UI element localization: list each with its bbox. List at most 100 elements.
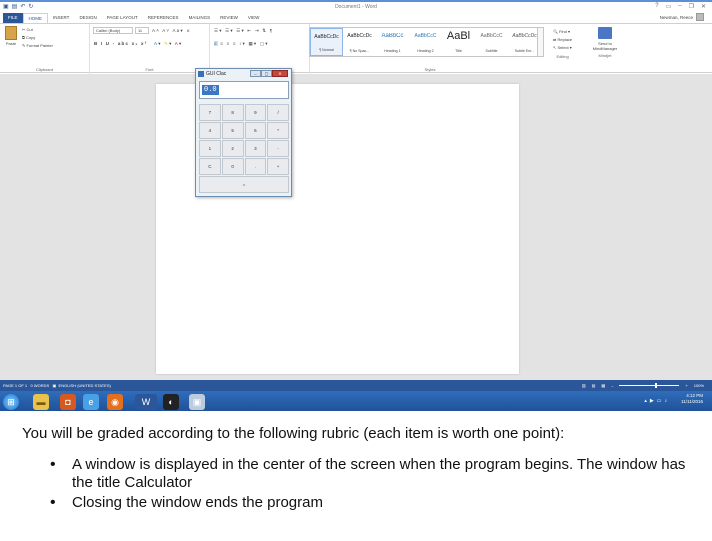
user-name: Newman, Reece bbox=[659, 14, 693, 20]
calculator-window: GUI Clac – ▢ ✕ 0.0 7 8 9 / 4 5 6 * 1 2 3… bbox=[195, 68, 292, 197]
list-buttons[interactable]: ☰▾ ☰▾ ☰▾ ⇤ ⇥ ⇅ ¶ bbox=[214, 28, 273, 34]
key-7[interactable]: 7 bbox=[199, 104, 221, 121]
help-button[interactable]: ? bbox=[655, 3, 658, 10]
key-divide[interactable]: / bbox=[267, 104, 289, 121]
styles-gallery: AaBbCcDc ¶ Normal AaBbCcDc ¶ No Spac... Aa… bbox=[309, 27, 543, 57]
minimize-icon[interactable]: – bbox=[250, 70, 261, 77]
font-size-buttons[interactable]: A˄ A˅ Aa▾ ⨯ bbox=[152, 28, 191, 34]
key-5[interactable]: 5 bbox=[221, 122, 244, 139]
status-right: ▥ ▤ ▦ – + 100% bbox=[582, 380, 704, 391]
word-taskbar-icon[interactable]: W bbox=[135, 394, 157, 410]
key-subtract[interactable]: - bbox=[267, 140, 289, 157]
ribbon-options-icon[interactable]: ▭ bbox=[666, 3, 672, 10]
find-button[interactable]: 🔍 Find ▾ bbox=[553, 28, 572, 36]
key-multiply[interactable]: * bbox=[267, 122, 289, 139]
font-color-buttons[interactable]: A▾ ✎▾ A▾ bbox=[154, 41, 182, 47]
zoom-level[interactable]: 100% bbox=[694, 380, 704, 391]
key-add[interactable]: + bbox=[267, 158, 289, 175]
key-4[interactable]: 4 bbox=[199, 122, 221, 139]
zoom-in-icon[interactable]: + bbox=[685, 380, 687, 391]
tab-design[interactable]: DESIGN bbox=[74, 13, 101, 23]
clock[interactable]: 4:12 PM 11/11/2016 bbox=[681, 393, 703, 405]
tab-home[interactable]: HOME bbox=[22, 13, 49, 23]
rubric-item: A window is displayed in the center of t… bbox=[50, 456, 690, 492]
zoom-out-icon[interactable]: – bbox=[611, 380, 613, 391]
clock-date: 11/11/2016 bbox=[681, 399, 703, 404]
copy-button[interactable]: ⧉ Copy bbox=[22, 35, 35, 40]
word-count[interactable]: 0 WORDS bbox=[31, 383, 50, 388]
tab-mailings[interactable]: MAILINGS bbox=[184, 13, 216, 23]
status-bar: PAGE 1 OF 1 0 WORDS ▣ ENGLISH (UNITED ST… bbox=[0, 380, 712, 391]
print-layout-icon[interactable]: ▤ bbox=[592, 380, 596, 391]
tab-file[interactable]: FILE bbox=[3, 13, 23, 23]
calculator-titlebar[interactable]: GUI Clac – ▢ ✕ bbox=[196, 69, 291, 79]
tab-view[interactable]: VIEW bbox=[243, 13, 265, 23]
key-6[interactable]: 6 bbox=[244, 122, 267, 139]
page-count[interactable]: PAGE 1 OF 1 bbox=[3, 383, 27, 388]
word-titlebar: ▣ ▤ ↶ ↻ Document1 - Word ? ▭ – ❐ ✕ bbox=[0, 2, 712, 13]
zoom-slider[interactable] bbox=[619, 383, 680, 388]
key-2[interactable]: 2 bbox=[221, 140, 244, 157]
send-to-mindmanager-button[interactable]: Send to MindManager Mindjet bbox=[588, 27, 622, 58]
start-button[interactable]: ⊞ bbox=[3, 394, 19, 410]
font-format-buttons[interactable]: B I U - abc x₂ x² bbox=[94, 41, 147, 46]
key-8[interactable]: 8 bbox=[221, 104, 244, 121]
rubric-list: A window is displayed in the center of t… bbox=[50, 456, 690, 514]
minimize-icon[interactable]: – bbox=[678, 3, 681, 10]
cut-button[interactable]: ✂ Cut bbox=[22, 27, 33, 32]
style-subtitle[interactable]: AaBbCcC Subtitle bbox=[475, 28, 508, 56]
language[interactable]: ENGLISH (UNITED STATES) bbox=[59, 383, 111, 388]
style-heading-2[interactable]: AaBbCcC Heading 2 bbox=[409, 28, 442, 56]
web-layout-icon[interactable]: ▦ bbox=[601, 380, 605, 391]
paragraph-group: ☰▾ ☰▾ ☰▾ ⇤ ⇥ ⇅ ¶ ≡ ≡ ≡ ≡ ↕▾ ▦▾ ▢▾ Paragr… bbox=[210, 24, 310, 74]
calculator-window-controls: – ▢ ✕ bbox=[250, 70, 288, 77]
ribbon: Paste ✂ Cut ⧉ Copy ✎ Format Painter Clip… bbox=[0, 23, 712, 74]
key-equals[interactable]: = bbox=[199, 176, 289, 193]
ribbon-tabs: FILE HOME INSERT DESIGN PAGE LAYOUT REFE… bbox=[0, 13, 712, 23]
maximize-icon[interactable]: ▢ bbox=[261, 70, 272, 77]
restore-icon[interactable]: ❐ bbox=[689, 3, 694, 10]
internet-explorer-icon[interactable]: e bbox=[83, 394, 99, 410]
format-painter-button[interactable]: ✎ Format Painter bbox=[22, 43, 53, 48]
tab-references[interactable]: REFERENCES bbox=[143, 13, 184, 23]
system-tray-icons[interactable]: ▴▶▭♪ bbox=[644, 398, 670, 404]
proofing-icon[interactable]: ▣ bbox=[53, 383, 57, 388]
style-title[interactable]: AaBl Title bbox=[442, 28, 475, 56]
app-taskbar-icon[interactable]: ▣ bbox=[189, 394, 205, 410]
alignment-buttons[interactable]: ≡ ≡ ≡ ≡ ↕▾ ▦▾ ▢▾ bbox=[214, 41, 269, 47]
clipboard-icon bbox=[5, 26, 17, 40]
office-icon[interactable]: ◘ bbox=[60, 394, 76, 410]
mindmanager-icon bbox=[598, 27, 612, 39]
calculator-keypad: 7 8 9 / 4 5 6 * 1 2 3 - C 0 . + = bbox=[199, 104, 289, 193]
key-1[interactable]: 1 bbox=[199, 140, 221, 157]
firefox-icon[interactable]: ◉ bbox=[107, 394, 123, 410]
font-name-combo[interactable]: Calibri (Body) bbox=[93, 27, 133, 34]
styles-scroll[interactable] bbox=[537, 27, 544, 57]
close-icon[interactable]: ✕ bbox=[701, 3, 706, 10]
styles-label: Styles bbox=[424, 67, 436, 72]
font-size-combo[interactable]: 11 bbox=[135, 27, 149, 34]
windows-taskbar: ⊞ ▬ ◘ e ◉ W ◐ ▣ ▴▶▭♪ 4:12 PM 11/11/2016 bbox=[0, 391, 712, 411]
key-3[interactable]: 3 bbox=[244, 140, 267, 157]
calculator-display[interactable]: 0.0 bbox=[199, 81, 289, 99]
file-explorer-icon[interactable]: ▬ bbox=[33, 394, 49, 410]
style-no-spacing[interactable]: AaBbCcDc ¶ No Spac... bbox=[343, 28, 376, 56]
media-icon[interactable]: ◐ bbox=[163, 394, 179, 410]
style-heading-1[interactable]: AaBbCc Heading 1 bbox=[376, 28, 409, 56]
key-decimal[interactable]: . bbox=[244, 158, 267, 175]
replace-button[interactable]: ⇄ Replace bbox=[553, 36, 572, 44]
user-account[interactable]: Newman, Reece bbox=[660, 13, 704, 21]
tab-insert[interactable]: INSERT bbox=[48, 13, 74, 23]
key-9[interactable]: 9 bbox=[244, 104, 267, 121]
select-button[interactable]: ↖ Select ▾ bbox=[553, 44, 572, 52]
close-icon[interactable]: ✕ bbox=[272, 70, 288, 77]
app-icon bbox=[198, 71, 204, 77]
read-mode-icon[interactable]: ▥ bbox=[582, 380, 586, 391]
tab-page-layout[interactable]: PAGE LAYOUT bbox=[102, 13, 143, 23]
tab-review[interactable]: REVIEW bbox=[215, 13, 243, 23]
key-clear[interactable]: C bbox=[199, 158, 221, 175]
key-0[interactable]: 0 bbox=[221, 158, 244, 175]
style-normal[interactable]: AaBbCcDc ¶ Normal bbox=[310, 28, 343, 56]
avatar bbox=[696, 13, 704, 21]
paste-button[interactable]: Paste bbox=[3, 26, 19, 46]
